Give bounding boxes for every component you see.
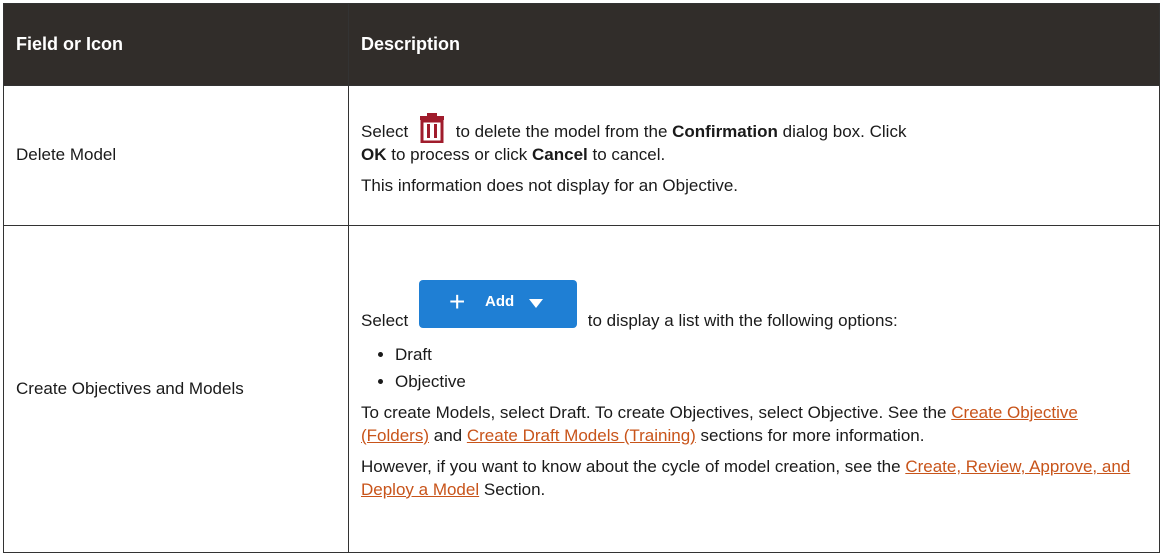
- field-name-cell: Create Objectives and Models: [3, 225, 349, 553]
- description-cell: Select to delete the model from the Conf…: [348, 85, 1160, 226]
- chevron-down-icon: [528, 299, 543, 309]
- description-paragraph: However, if you want to know about the c…: [361, 456, 1131, 499]
- trash-icon: [419, 113, 445, 144]
- description-paragraph: Select to delete the model from the Conf…: [361, 113, 1147, 167]
- select-text: Select: [361, 311, 409, 331]
- table-header-row: Field or Icon Description: [3, 3, 1160, 86]
- list-item: Objective: [395, 371, 1147, 394]
- cancel-label: Cancel: [532, 145, 588, 165]
- description-paragraph: Select + Add to display a list with the …: [361, 280, 1147, 338]
- add-button-label: Add: [484, 293, 515, 311]
- description-paragraph: To create Models, select Draft. To creat…: [361, 403, 1078, 445]
- options-list: Draft Objective: [361, 344, 1147, 394]
- add-button: + Add: [418, 280, 577, 329]
- list-item: Draft: [395, 344, 1147, 367]
- description-note: This information does not display for an…: [361, 175, 739, 195]
- header-description: Description: [348, 3, 1160, 86]
- field-name: Create Objectives and Models: [16, 378, 244, 398]
- field-name: Delete Model: [16, 145, 117, 165]
- table-row: Delete Model Select to delete the model …: [3, 85, 1160, 226]
- description-cell: Select + Add to display a list with the …: [348, 225, 1160, 553]
- create-draft-models-link[interactable]: Create Draft Models (Training): [467, 426, 696, 445]
- table-row: Create Objectives and Models Select + Ad…: [3, 225, 1160, 553]
- field-description-table: Field or Icon Description Delete Model S…: [3, 3, 1160, 553]
- field-name-cell: Delete Model: [3, 85, 349, 226]
- header-field-or-icon: Field or Icon: [3, 3, 349, 86]
- ok-label: OK: [361, 145, 387, 165]
- select-text: Select: [361, 122, 409, 142]
- confirmation-label: Confirmation: [672, 122, 778, 142]
- plus-icon: +: [448, 286, 466, 318]
